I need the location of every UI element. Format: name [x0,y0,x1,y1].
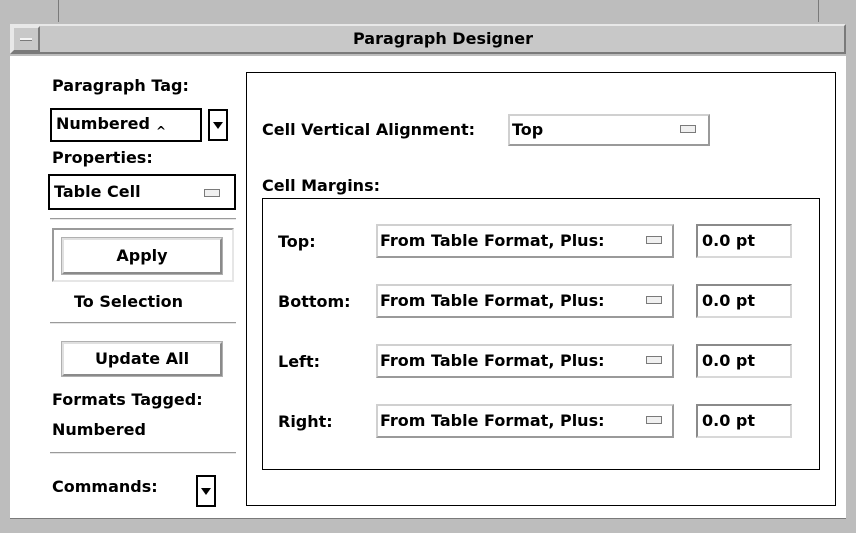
margin-top-value-field[interactable]: 0.0 pt [696,224,792,258]
window-title: Paragraph Designer [352,29,534,48]
to-selection-label: To Selection [74,292,184,311]
properties-value: Table Cell [54,182,141,201]
margin-top-value: 0.0 pt [702,231,756,250]
frame-corner-mark [58,0,59,22]
paragraph-tag-dropdown-button[interactable] [208,109,228,141]
cell-vertical-alignment-value: Top [512,120,544,139]
separator [50,322,236,324]
margin-bottom-label: Bottom: [278,292,351,311]
properties-label: Properties: [52,148,153,167]
margin-right-label: Right: [278,412,333,431]
margin-right-value-field[interactable]: 0.0 pt [696,404,792,438]
separator [50,452,236,454]
paragraph-tag-value: Numbered [56,114,150,133]
margin-left-value-field[interactable]: 0.0 pt [696,344,792,378]
margin-left-value: 0.0 pt [702,351,756,370]
margin-bottom-value: 0.0 pt [702,291,756,310]
formats-tagged-value: Numbered [52,420,146,439]
properties-option-menu[interactable]: Table Cell [48,174,236,210]
margin-left-label: Left: [278,352,321,371]
window-bottom-border [10,518,846,533]
commands-dropdown-button[interactable] [196,475,216,507]
option-menu-indicator-icon [646,296,662,304]
option-menu-indicator-icon [646,416,662,424]
window-menu-button[interactable] [12,26,40,52]
formats-tagged-label: Formats Tagged: [52,390,203,409]
margin-top-label: Top: [278,232,316,251]
window-menu-icon [20,38,32,41]
margin-right-value: 0.0 pt [702,411,756,430]
margin-right-source-option-menu[interactable]: From Table Format, Plus: [376,404,674,438]
apply-button[interactable]: Apply [61,237,223,275]
cell-vertical-alignment-option-menu[interactable]: Top [508,114,710,146]
margin-bottom-source: From Table Format, Plus: [380,291,605,310]
option-menu-indicator-icon [646,236,662,244]
frame-corner-mark [818,0,819,22]
margin-bottom-source-option-menu[interactable]: From Table Format, Plus: [376,284,674,318]
chevron-down-icon [201,488,211,495]
margin-right-source: From Table Format, Plus: [380,411,605,430]
separator [50,218,236,220]
commands-label: Commands: [52,477,158,496]
margin-bottom-value-field[interactable]: 0.0 pt [696,284,792,318]
update-all-button[interactable]: Update All [61,341,223,377]
paragraph-tag-label: Paragraph Tag: [52,76,189,95]
margin-top-source-option-menu[interactable]: From Table Format, Plus: [376,224,674,258]
cell-margins-label: Cell Margins: [262,176,380,195]
option-menu-indicator-icon [204,189,220,197]
cell-vertical-alignment-label: Cell Vertical Alignment: [262,120,476,139]
option-menu-indicator-icon [680,125,696,133]
margin-top-source: From Table Format, Plus: [380,231,605,250]
margin-left-source-option-menu[interactable]: From Table Format, Plus: [376,344,674,378]
paragraph-tag-field[interactable]: Numbered ^ [50,108,202,142]
margin-left-source: From Table Format, Plus: [380,351,605,370]
chevron-down-icon [213,122,223,129]
text-caret: ^ [156,124,167,138]
option-menu-indicator-icon [646,356,662,364]
